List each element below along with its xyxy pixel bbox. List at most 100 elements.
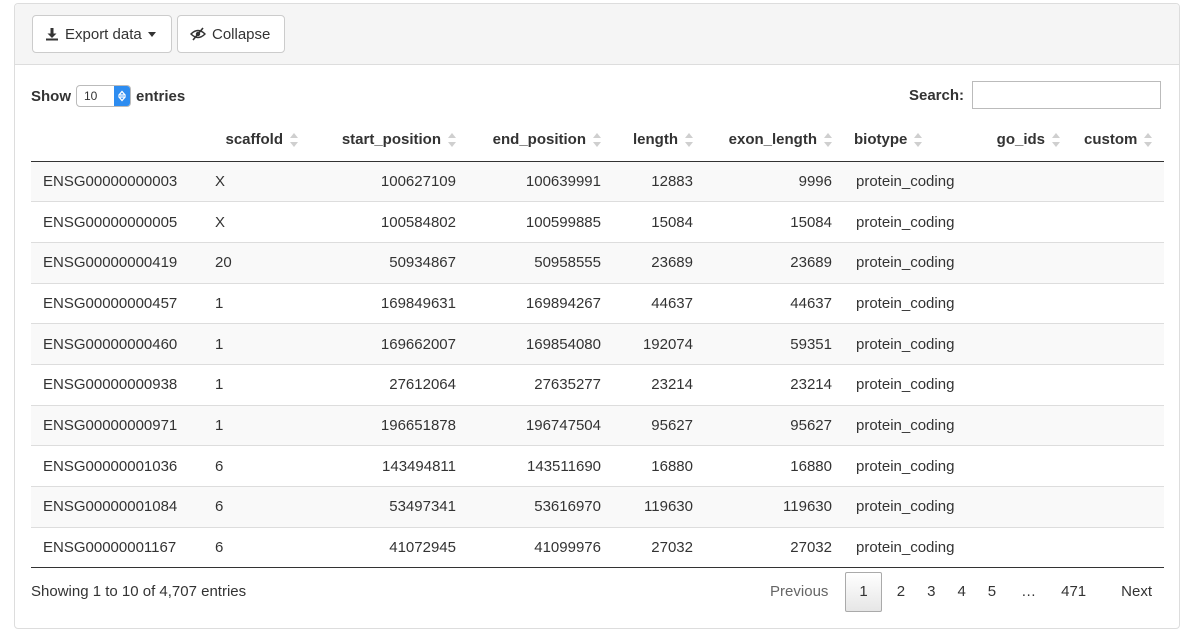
page-length-select[interactable]: 10	[76, 85, 131, 107]
page-button[interactable]: 5	[977, 573, 1007, 611]
table-row[interactable]: ENSG00000001167 6 41072945 41099976 27032 270…	[31, 526, 1164, 569]
column-header-go-ids[interactable]: go_ids	[977, 119, 1072, 162]
table-row[interactable]: ENSG00000000005 X 100584802 100599885 15084 1…	[31, 201, 1164, 243]
table-cell: 1	[203, 404, 310, 446]
sort-icon	[448, 133, 456, 148]
table-cell: 196651878	[310, 404, 468, 446]
table-cell: 27612064	[310, 363, 468, 406]
table-cell: 100627109	[310, 161, 468, 202]
table-cell: 27635277	[468, 363, 613, 406]
table-row[interactable]: ENSG00000000003 X 100627109 100639991 12883 9…	[31, 161, 1164, 202]
column-header-label: exon_length	[728, 131, 817, 149]
table-cell	[1072, 241, 1164, 284]
collapse-button[interactable]: Collapse	[177, 15, 285, 53]
table-cell: protein_coding	[844, 323, 977, 365]
table-cell: ENSG00000001036	[31, 445, 203, 487]
panel-header: Export data Collapse	[15, 4, 1179, 65]
table-cell: 27032	[613, 526, 705, 569]
table-cell: 6	[203, 526, 310, 569]
column-header-biotype[interactable]: biotype	[844, 119, 977, 162]
table-cell: 1	[203, 363, 310, 406]
table-cell: 119630	[705, 486, 844, 528]
table-cell: 44637	[705, 282, 844, 324]
table-row[interactable]: ENSG00000001084 6 53497341 53616970 119630 11…	[31, 486, 1164, 528]
column-header-label: end_position	[492, 131, 586, 149]
table-cell: protein_coding	[844, 201, 977, 243]
search-label: Search:	[908, 86, 964, 104]
page-button[interactable]: 1	[845, 572, 882, 612]
table-cell: ENSG00000000003	[31, 161, 203, 202]
table-cell: X	[203, 161, 310, 202]
previous-page-button[interactable]: Previous	[759, 573, 839, 611]
export-data-label: Export data	[65, 25, 142, 43]
export-data-button[interactable]: Export data	[32, 15, 172, 53]
table-row[interactable]: ENSG00000001036 6 143494811 143511690 16880 1…	[31, 445, 1164, 487]
table-cell	[977, 201, 1072, 243]
sort-icon	[824, 133, 832, 148]
table-cell	[977, 486, 1072, 528]
table-cell: 15084	[705, 201, 844, 243]
table-cell	[1072, 404, 1164, 446]
page-button[interactable]: 2	[886, 573, 916, 611]
table-row[interactable]: ENSG00000000460 1 169662007 169854080 192074…	[31, 323, 1164, 365]
table-cell: 16880	[705, 445, 844, 487]
table-cell: X	[203, 201, 310, 243]
table-row[interactable]: ENSG00000000938 1 27612064 27635277 23214 232…	[31, 363, 1164, 406]
page-button[interactable]: 3	[916, 573, 946, 611]
table-cell: protein_coding	[844, 363, 977, 406]
table-cell: 15084	[613, 201, 705, 243]
table-cell: 143511690	[468, 445, 613, 487]
table-row[interactable]: ENSG00000000971 1 196651878 196747504 95627 9…	[31, 404, 1164, 446]
page-button[interactable]: 471	[1050, 573, 1097, 611]
column-header-label: start_position	[341, 131, 441, 149]
pagination: Previous 1 2 3 4 5 … 471 Next	[759, 572, 1163, 612]
column-header-start-position[interactable]: start_position	[310, 119, 468, 162]
table-cell	[1072, 363, 1164, 406]
column-header-scaffold[interactable]: scaffold	[203, 119, 310, 162]
table-cell	[977, 241, 1072, 284]
table-cell: ENSG00000000938	[31, 363, 203, 406]
table-cell	[1072, 201, 1164, 243]
next-page-button[interactable]: Next	[1097, 573, 1163, 611]
table-cell: 95627	[705, 404, 844, 446]
table-cell: ENSG00000000419	[31, 241, 203, 284]
table-row[interactable]: ENSG00000000457 1 169849631 169894267 44637 4…	[31, 282, 1164, 324]
table-cell: 23689	[613, 241, 705, 284]
table-cell: 16880	[613, 445, 705, 487]
table-cell	[1072, 486, 1164, 528]
table-cell: 53497341	[310, 486, 468, 528]
table-cell	[977, 363, 1072, 406]
table-cell: 23214	[613, 363, 705, 406]
table-cell: 196747504	[468, 404, 613, 446]
table-cell: protein_coding	[844, 526, 977, 569]
column-header-length[interactable]: length	[613, 119, 705, 162]
collapse-label: Collapse	[212, 25, 271, 43]
table-cell: ENSG00000001167	[31, 526, 203, 569]
table-row[interactable]: ENSG00000000419 20 50934867 50958555 23689 23…	[31, 241, 1164, 284]
sort-icon	[593, 133, 601, 148]
table-cell: ENSG00000001084	[31, 486, 203, 528]
page-button[interactable]: 4	[946, 573, 976, 611]
search-input[interactable]	[972, 81, 1161, 109]
table-cell: 41072945	[310, 526, 468, 569]
table-cell: ENSG00000000457	[31, 282, 203, 324]
table-cell	[977, 526, 1072, 569]
table-cell: protein_coding	[844, 161, 977, 202]
column-header-custom[interactable]: custom	[1072, 119, 1164, 162]
column-header-id[interactable]	[31, 119, 203, 162]
table-cell: 1	[203, 282, 310, 324]
column-header-end-position[interactable]: end_position	[468, 119, 613, 162]
column-header-exon-length[interactable]: exon_length	[705, 119, 844, 162]
table-cell: 143494811	[310, 445, 468, 487]
table-panel: Export data Collapse Show 10 entries Sea…	[14, 3, 1180, 629]
table-cell: 95627	[613, 404, 705, 446]
table-cell: 169662007	[310, 323, 468, 365]
table-cell	[977, 282, 1072, 324]
table-cell	[1072, 526, 1164, 569]
download-icon	[45, 27, 59, 41]
select-arrows-icon	[114, 86, 130, 106]
table-cell: 59351	[705, 323, 844, 365]
table-cell: protein_coding	[844, 445, 977, 487]
column-header-label: length	[633, 131, 678, 149]
table-cell: 50958555	[468, 241, 613, 284]
